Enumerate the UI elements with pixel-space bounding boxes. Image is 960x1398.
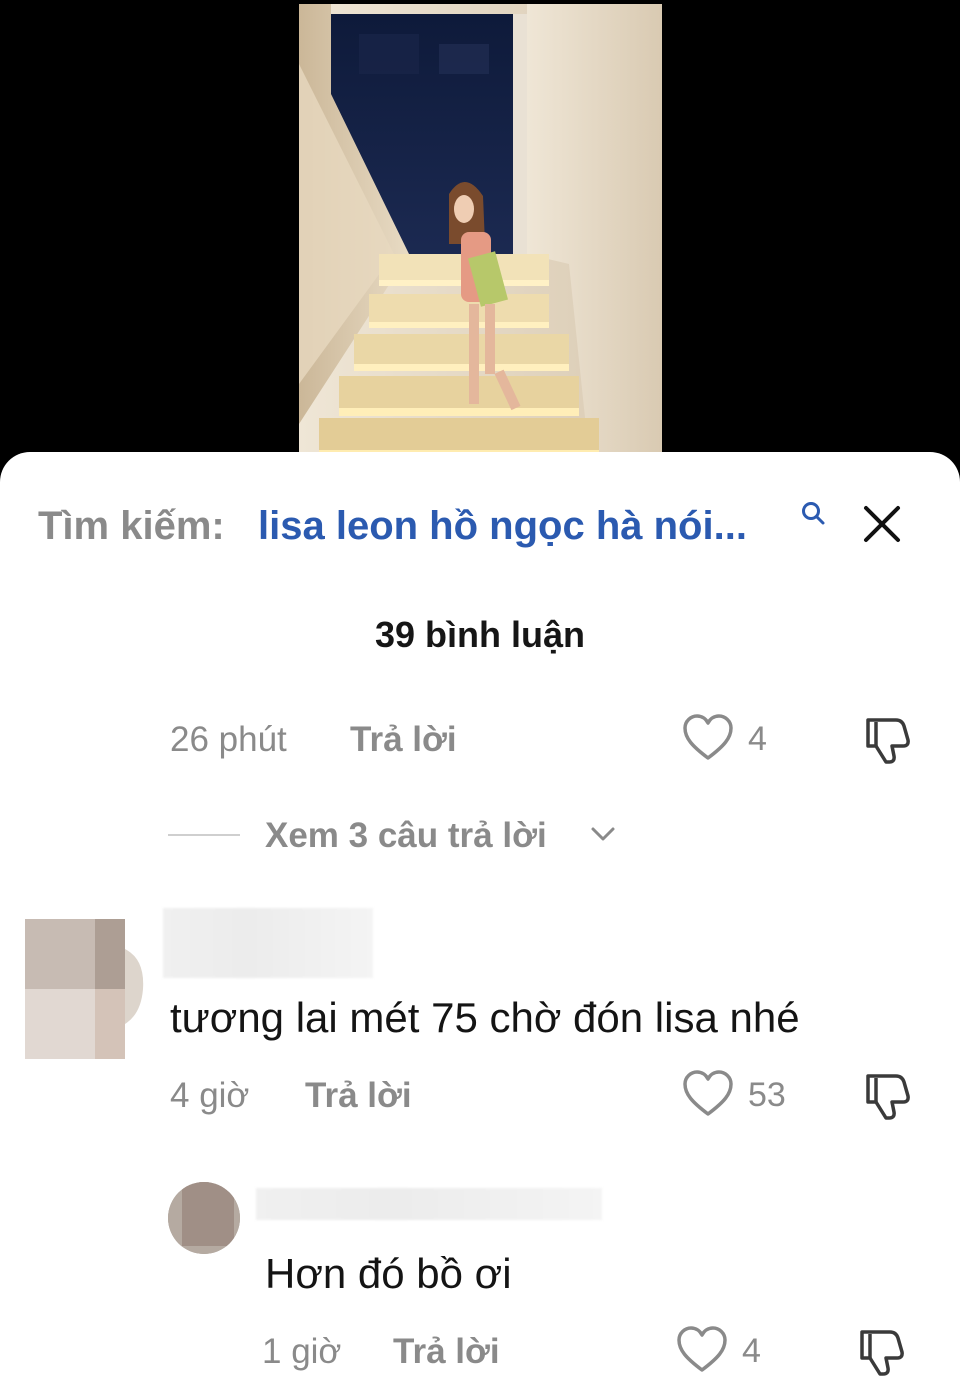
reply-button[interactable]: Trả lời [305,1076,412,1116]
dislike-icon[interactable] [862,1070,914,1122]
comment-count-title: 39 bình luận [374,614,586,655]
dislike-icon[interactable] [856,1326,908,1378]
avatar-image [168,1182,240,1254]
dislike-icon[interactable] [862,714,914,766]
divider-line [168,834,240,836]
reply-button[interactable]: Trả lời [350,720,457,760]
avatar[interactable] [25,919,145,1059]
search-query-link[interactable]: lisa leon hồ ngọc hà nói... [258,504,747,549]
heart-icon[interactable] [682,714,734,762]
search-icon[interactable] [800,500,826,526]
comments-sheet: Tìm kiếm: lisa leon hồ ngọc hà nói... 39… [0,452,960,1398]
comment-text: tương lai mét 75 chờ đón lisa nhé [170,994,800,1041]
close-icon[interactable] [860,502,904,546]
video-thumbnail[interactable] [299,4,662,456]
staircase-video-frame [299,4,662,456]
search-bar[interactable]: Tìm kiếm: lisa leon hồ ngọc hà nói... [38,500,918,550]
reply-avatar[interactable] [168,1182,240,1254]
reply-username-blurred[interactable] [256,1188,602,1220]
reply-button[interactable]: Trả lời [393,1332,500,1372]
like-count: 53 [748,1076,786,1114]
search-prefix-label: Tìm kiếm: [38,504,225,548]
username-blurred[interactable] [163,908,373,978]
heart-icon[interactable] [676,1326,728,1374]
heart-icon[interactable] [682,1070,734,1118]
comment-timestamp: 4 giờ [170,1076,250,1115]
like-count: 4 [748,720,767,758]
like-count: 4 [742,1332,761,1370]
reply-timestamp: 1 giờ [262,1332,342,1371]
view-replies-button[interactable]: Xem 3 câu trả lời [265,816,547,856]
reply-text: Hơn đó bồ ơi [265,1250,512,1297]
comment-timestamp: 26 phút [170,720,287,759]
chevron-down-icon[interactable] [590,824,616,844]
